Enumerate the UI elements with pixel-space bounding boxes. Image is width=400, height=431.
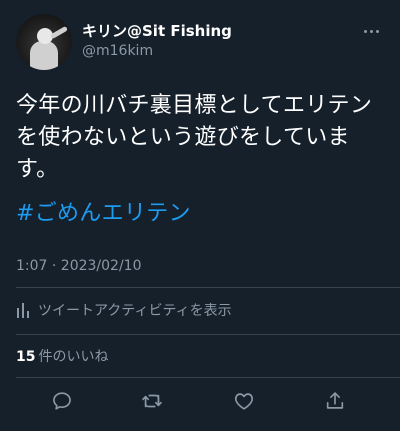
user-handle[interactable]: @m16kim [82, 42, 232, 60]
share-icon [326, 392, 344, 409]
view-tweet-activity-label: ツイートアクティビティを表示 [38, 303, 232, 319]
tweet-text: 今年の川バチ裏目標としてエリテンを使わないという遊びをしています。 [16, 93, 373, 182]
view-tweet-activity-link[interactable]: ツイートアクティビティを表示 [16, 298, 232, 322]
likes-summary[interactable]: 15 件のいいね [16, 346, 108, 366]
likes-label: 件のいいね [38, 349, 109, 365]
retweet-button[interactable] [139, 388, 165, 414]
avatar-figure-arm [49, 25, 69, 40]
reply-icon [53, 392, 71, 410]
divider [16, 377, 400, 378]
reply-button[interactable] [49, 388, 75, 414]
more-icon[interactable] [362, 26, 382, 38]
tweet-timestamp[interactable]: 1:07 · 2023/02/10 [16, 258, 141, 274]
avatar-figure-body [30, 41, 58, 70]
user-names[interactable]: キリン@Sit Fishing @m16kim [82, 22, 232, 60]
like-button[interactable] [231, 388, 257, 414]
analytics-bars-icon [17, 303, 29, 318]
tweet-detail: キリン@Sit Fishing @m16kim 今年の川バチ裏目標としてエリテン… [0, 0, 400, 431]
avatar[interactable] [16, 14, 72, 70]
tweet-header: キリン@Sit Fishing @m16kim [16, 14, 384, 70]
share-button[interactable] [322, 388, 348, 414]
display-name[interactable]: キリン@Sit Fishing [82, 22, 232, 40]
retweet-icon [142, 394, 162, 408]
hashtag-link[interactable]: #ごめんエリテン [16, 198, 191, 230]
heart-icon [234, 393, 254, 410]
likes-count: 15 [16, 349, 36, 365]
divider [16, 287, 400, 288]
tweet-actions-bar [0, 386, 400, 416]
divider [16, 334, 400, 335]
